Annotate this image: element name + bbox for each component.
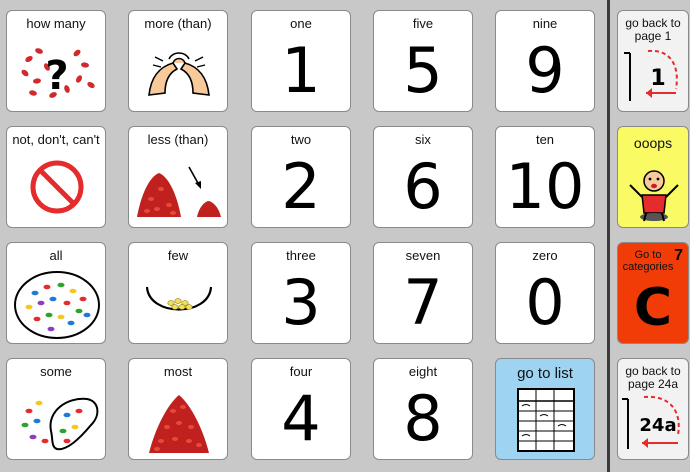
three-button[interactable]: three 3 xyxy=(251,242,351,344)
seven-digit: 7 xyxy=(403,266,443,339)
few-bowl-icon xyxy=(145,286,213,311)
all-beans-icon xyxy=(14,271,100,339)
some-beans-icon xyxy=(21,397,99,451)
more-than-label: more (than) xyxy=(144,16,212,31)
ooops-button[interactable]: ooops xyxy=(617,126,689,228)
eight-label: eight xyxy=(408,364,438,379)
go-back-arrow-icon: 1 xyxy=(624,49,678,101)
not-button[interactable]: not, don't, can't xyxy=(6,126,106,228)
page-1-number: 1 xyxy=(650,66,665,91)
ten-digit: 10 xyxy=(505,150,585,223)
four-button[interactable]: four 4 xyxy=(251,358,351,460)
most-beans-icon xyxy=(149,395,209,453)
eight-digit: 8 xyxy=(403,382,443,455)
one-button[interactable]: one 1 xyxy=(251,10,351,112)
six-button[interactable]: six 6 xyxy=(373,126,473,228)
more-hands-icon xyxy=(148,52,210,96)
four-label: four xyxy=(289,364,313,379)
go-back-page-1-label: go back to page 1 xyxy=(625,16,681,43)
go-to-list-label: go to list xyxy=(517,365,573,382)
categories-label: Go to categories xyxy=(622,249,674,273)
zero-digit: 0 xyxy=(525,266,565,339)
few-label: few xyxy=(167,248,189,263)
go-back-arrow-icon: 24a xyxy=(622,395,680,449)
two-button[interactable]: two 2 xyxy=(251,126,351,228)
nine-label: nine xyxy=(532,16,558,31)
ooops-person-icon xyxy=(629,170,679,222)
three-label: three xyxy=(286,248,316,263)
less-beans-icon xyxy=(137,166,221,217)
ooops-label: ooops xyxy=(633,135,673,151)
seven-label: seven xyxy=(405,248,441,263)
two-label: two xyxy=(290,132,312,147)
how-many-button[interactable]: how many ? xyxy=(6,10,106,112)
six-digit: 6 xyxy=(403,150,443,223)
eight-button[interactable]: eight 8 xyxy=(373,358,473,460)
page-24a-number: 24a xyxy=(639,415,676,436)
vocabulary-grid: how many ? not, don't, can't all some mo… xyxy=(0,0,606,472)
all-button[interactable]: all xyxy=(6,242,106,344)
five-button[interactable]: five 5 xyxy=(373,10,473,112)
go-to-categories-button[interactable]: Go to categories 7 C xyxy=(617,242,689,344)
zero-button[interactable]: zero 0 xyxy=(495,242,595,344)
seven-button[interactable]: seven 7 xyxy=(373,242,473,344)
zero-label: zero xyxy=(532,248,558,263)
how-many-label: how many xyxy=(26,16,86,31)
go-to-list-button[interactable]: go to list xyxy=(495,358,595,460)
few-button[interactable]: few xyxy=(128,242,228,344)
ten-button[interactable]: ten 10 xyxy=(495,126,595,228)
less-than-label: less (than) xyxy=(147,132,209,147)
one-label: one xyxy=(290,16,312,31)
sidebar-divider xyxy=(607,0,610,472)
categories-letter: C xyxy=(633,278,673,338)
categories-number: 7 xyxy=(674,247,683,264)
not-label: not, don't, can't xyxy=(12,132,100,147)
six-label: six xyxy=(415,132,431,147)
most-button[interactable]: most xyxy=(128,358,228,460)
svg-text:?: ? xyxy=(45,53,68,99)
one-digit: 1 xyxy=(281,34,321,107)
go-back-page-24a-button[interactable]: go back to page 24a 24a xyxy=(617,358,689,460)
nine-digit: 9 xyxy=(525,34,565,107)
less-than-button[interactable]: less (than) xyxy=(128,126,228,228)
five-digit: 5 xyxy=(403,34,443,107)
most-label: most xyxy=(163,364,193,379)
ten-label: ten xyxy=(535,132,555,147)
how-many-icon: ? xyxy=(21,48,95,99)
five-label: five xyxy=(412,16,434,31)
go-back-page-24a-label: go back to page 24a xyxy=(625,364,681,391)
some-button[interactable]: some xyxy=(6,358,106,460)
some-label: some xyxy=(40,364,72,379)
prohibited-icon xyxy=(30,160,84,214)
more-than-button[interactable]: more (than) xyxy=(128,10,228,112)
table-list-icon xyxy=(517,388,575,452)
four-digit: 4 xyxy=(281,382,321,455)
three-digit: 3 xyxy=(281,266,321,339)
nine-button[interactable]: nine 9 xyxy=(495,10,595,112)
all-label: all xyxy=(49,248,63,263)
go-back-page-1-button[interactable]: go back to page 1 1 xyxy=(617,10,689,112)
two-digit: 2 xyxy=(281,150,321,223)
